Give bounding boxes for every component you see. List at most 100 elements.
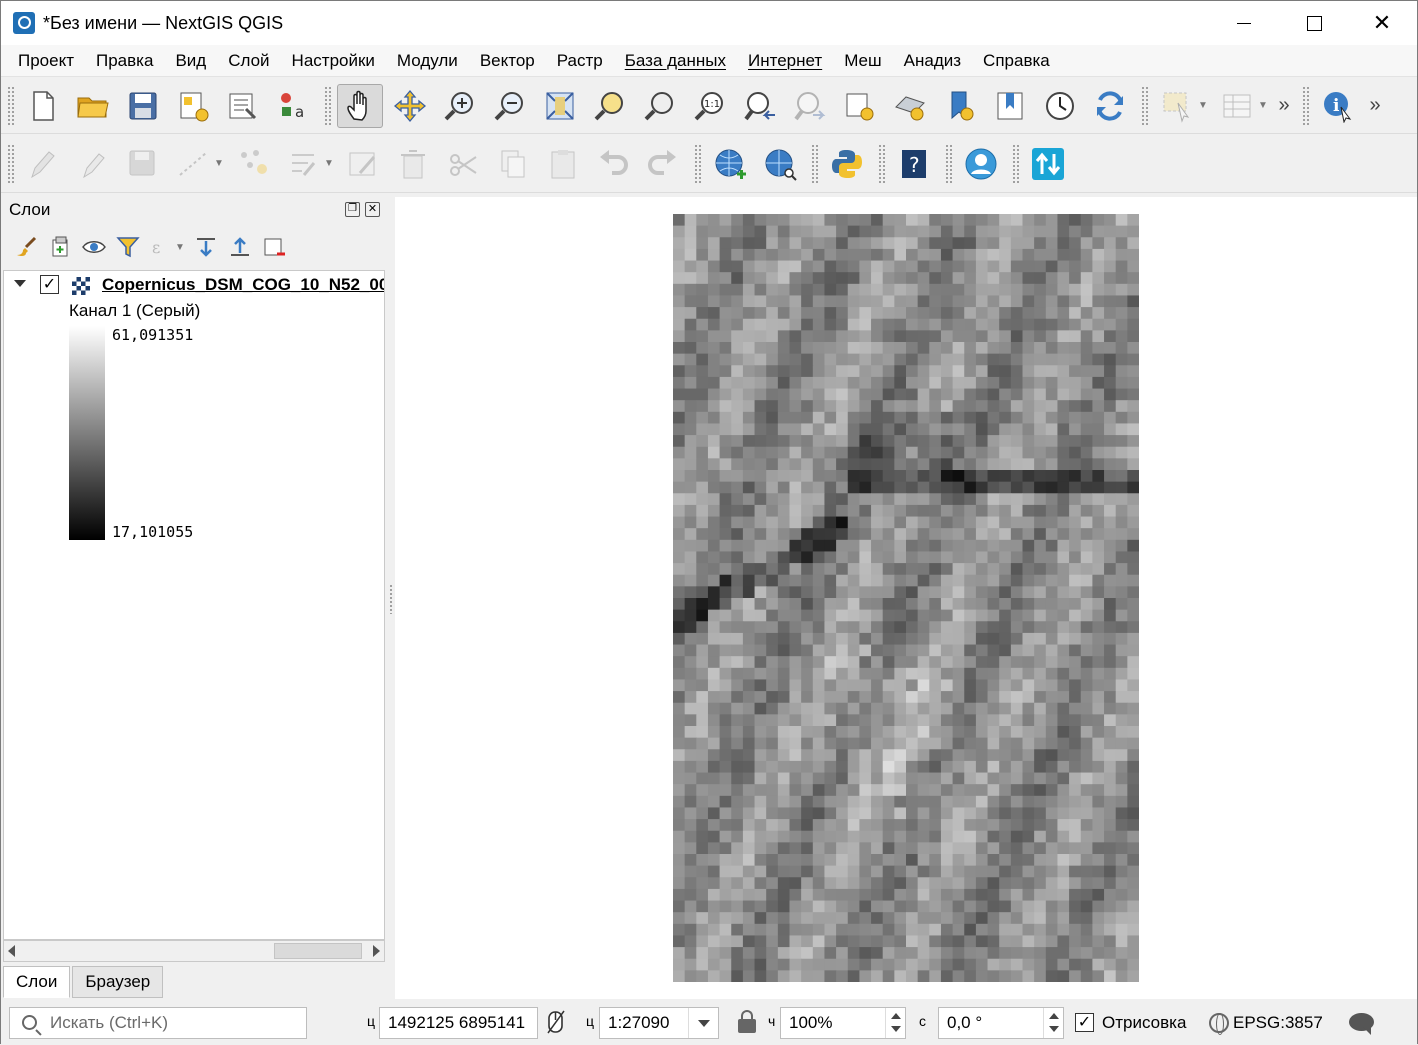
save-project-button[interactable]: [120, 84, 166, 128]
undock-panel-icon[interactable]: ❐: [345, 202, 360, 217]
new-3d-map-view-button[interactable]: [887, 84, 933, 128]
add-wms-layer-button[interactable]: [707, 142, 753, 186]
rotation-spin-icon[interactable]: [1043, 1008, 1063, 1038]
attribute-table-button[interactable]: [1214, 84, 1260, 128]
style-panel-button[interactable]: [9, 232, 43, 262]
edit-attributes-button[interactable]: [340, 142, 386, 186]
open-project-button[interactable]: [70, 84, 116, 128]
identify-features-button[interactable]: i: [1315, 84, 1361, 128]
toolbar-overflow-icon[interactable]: »: [1363, 94, 1387, 117]
nextgis-account-button[interactable]: [958, 142, 1004, 186]
current-edits-button[interactable]: [20, 142, 66, 186]
zoom-out-button[interactable]: [487, 84, 533, 128]
undo-button[interactable]: [590, 142, 636, 186]
paste-features-button[interactable]: [540, 142, 586, 186]
modify-attributes-button[interactable]: [280, 142, 326, 186]
mouse-toggle-icon[interactable]: [546, 1009, 566, 1035]
menu-database[interactable]: База данных: [614, 51, 737, 71]
rotation-spinbox[interactable]: 0,0 °: [938, 1007, 1064, 1039]
scroll-right-icon[interactable]: [373, 945, 380, 957]
search-metadata-button[interactable]: [757, 142, 803, 186]
menu-analysis[interactable]: Анадиз: [893, 51, 972, 71]
menu-project[interactable]: Проект: [7, 51, 85, 71]
toggle-editing-button[interactable]: [70, 142, 116, 186]
layer-name[interactable]: Copernicus_DSM_COG_10_N52_00: [102, 275, 384, 295]
panel-splitter[interactable]: [387, 194, 395, 999]
save-edits-button[interactable]: [120, 142, 166, 186]
close-button[interactable]: ✕: [1347, 1, 1417, 45]
pan-map-button[interactable]: [337, 83, 383, 128]
crs-button[interactable]: EPSG:3857: [1233, 1013, 1323, 1033]
show-bookmarks-button[interactable]: [987, 84, 1033, 128]
magnifier-spinbox[interactable]: 100%: [780, 1007, 906, 1039]
map-canvas[interactable]: [395, 197, 1417, 999]
menu-settings[interactable]: Настройки: [281, 51, 386, 71]
tab-layers[interactable]: Слои: [3, 966, 71, 998]
digitize-dropdown-icon[interactable]: ▼: [214, 158, 228, 169]
new-map-view-button[interactable]: [837, 84, 883, 128]
menu-web[interactable]: Интернет: [737, 51, 833, 71]
toolbar-grip[interactable]: [324, 85, 332, 126]
digitize-line-button[interactable]: [170, 142, 216, 186]
crs-globe-icon[interactable]: [1209, 1013, 1229, 1035]
add-group-button[interactable]: [43, 232, 77, 262]
refresh-button[interactable]: [1087, 84, 1133, 128]
copy-features-button[interactable]: [490, 142, 536, 186]
layout-manager-button[interactable]: [220, 84, 266, 128]
zoom-next-button[interactable]: [787, 84, 833, 128]
messages-icon[interactable]: [1349, 1013, 1374, 1035]
vertex-tool-button[interactable]: [230, 142, 276, 186]
magnifier-spin-icon[interactable]: [885, 1008, 905, 1038]
menu-view[interactable]: Вид: [164, 51, 217, 71]
menu-vector[interactable]: Вектор: [469, 51, 546, 71]
python-console-button[interactable]: [824, 142, 870, 186]
search-input[interactable]: [50, 1013, 300, 1033]
nextgis-connect-button[interactable]: [1025, 142, 1071, 186]
toolbar-grip[interactable]: [1141, 85, 1149, 126]
toolbar-grip[interactable]: [1302, 85, 1310, 126]
toolbar-grip[interactable]: [811, 143, 819, 184]
scroll-left-icon[interactable]: [8, 945, 15, 957]
toolbar-grip[interactable]: [878, 143, 886, 184]
help-button[interactable]: ?: [891, 142, 937, 186]
cut-features-button[interactable]: [440, 142, 486, 186]
new-print-layout-button[interactable]: [170, 84, 216, 128]
scale-combo[interactable]: 1:27090: [599, 1007, 719, 1039]
redo-button[interactable]: [640, 142, 686, 186]
zoom-in-button[interactable]: [437, 84, 483, 128]
toolbar-grip[interactable]: [1012, 143, 1020, 184]
select-features-button[interactable]: [1154, 84, 1200, 128]
layer-visibility-checkbox[interactable]: ✓: [40, 275, 59, 294]
menu-mesh[interactable]: Меш: [833, 51, 892, 71]
pan-to-selection-button[interactable]: [387, 84, 433, 128]
select-dropdown-icon[interactable]: ▼: [1198, 100, 1212, 111]
horizontal-scrollbar[interactable]: [3, 940, 385, 962]
toolbar-grip[interactable]: [7, 85, 15, 126]
close-panel-icon[interactable]: ✕: [365, 202, 380, 217]
lock-scale-icon[interactable]: [738, 1010, 756, 1033]
temporal-controller-button[interactable]: [1037, 84, 1083, 128]
filter-legend-button[interactable]: [111, 232, 145, 262]
expand-all-button[interactable]: [189, 232, 223, 262]
locator-search[interactable]: [9, 1007, 307, 1039]
menu-help[interactable]: Справка: [972, 51, 1061, 71]
new-project-button[interactable]: [20, 84, 66, 128]
render-checkbox[interactable]: ✓: [1075, 1013, 1094, 1032]
scale-dropdown-icon[interactable]: [688, 1008, 718, 1038]
scroll-thumb[interactable]: [274, 943, 362, 959]
remove-layer-button[interactable]: [257, 232, 291, 262]
menu-edit[interactable]: Правка: [85, 51, 164, 71]
minimize-button[interactable]: [1209, 1, 1279, 45]
manage-visibility-button[interactable]: [77, 232, 111, 262]
collapse-all-button[interactable]: [223, 232, 257, 262]
style-manager-button[interactable]: a: [270, 84, 316, 128]
menu-raster[interactable]: Растр: [546, 51, 614, 71]
modify-dropdown-icon[interactable]: ▼: [324, 158, 338, 169]
toolbar-overflow-icon[interactable]: »: [1272, 94, 1296, 117]
filter-expression-button[interactable]: ε: [145, 232, 179, 262]
zoom-native-button[interactable]: 1:1: [687, 84, 733, 128]
zoom-last-button[interactable]: [737, 84, 783, 128]
menu-layer[interactable]: Слой: [217, 51, 280, 71]
new-bookmark-button[interactable]: [937, 84, 983, 128]
collapse-layer-icon[interactable]: [14, 280, 26, 287]
